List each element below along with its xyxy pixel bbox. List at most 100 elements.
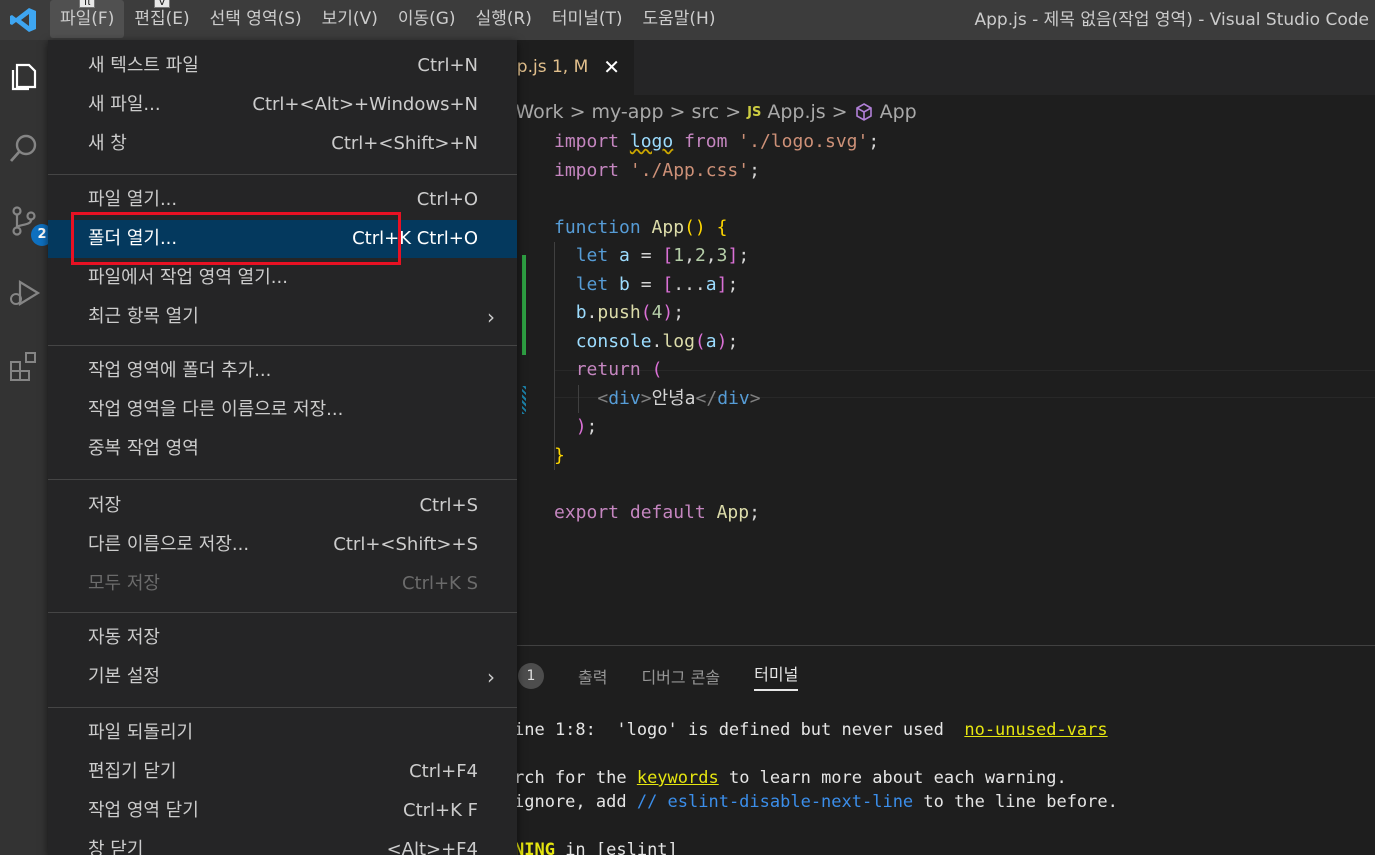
extensions-icon[interactable] xyxy=(0,338,48,392)
menu-item-close-window[interactable]: 창 닫기 <Alt>+F4 xyxy=(48,831,517,855)
terminal-text: ine 1:8: 'logo' is defined but never use… xyxy=(514,720,965,740)
code-token: './App.css' xyxy=(629,159,750,181)
code-token: div xyxy=(717,387,750,409)
menu-item-label: 다른 이름으로 저장... xyxy=(88,534,250,555)
menu-item-revert-file[interactable]: 파일 되돌리기 xyxy=(48,714,517,752)
menu-terminal[interactable]: 터미널(T) xyxy=(542,0,633,38)
code-token: ... xyxy=(673,273,706,295)
code-token: 4 xyxy=(651,302,663,323)
code-token: 안녕a xyxy=(651,387,696,409)
tab-terminal[interactable]: 터미널 xyxy=(754,661,799,691)
breadcrumb-item[interactable]: App xyxy=(880,101,917,123)
menu-separator xyxy=(48,612,517,613)
code-token: ) xyxy=(716,330,728,352)
menu-file-hint: π xyxy=(79,0,96,8)
menu-item-new-text-file[interactable]: 새 텍스트 파일 Ctrl+N xyxy=(48,47,517,85)
run-debug-icon[interactable] xyxy=(0,266,48,320)
window-title: App.js - 제목 없음(작업 영역) - Visual Studio Co… xyxy=(974,10,1370,30)
menu-item-shortcut: Ctrl+<Shift>+N xyxy=(331,133,478,154)
menu-item-close-editor[interactable]: 편집기 닫기 Ctrl+F4 xyxy=(48,753,517,791)
menu-item-add-folder-to-workspace[interactable]: 작업 영역에 폴더 추가... xyxy=(48,352,517,390)
menu-item-label: 작업 영역 닫기 xyxy=(88,800,199,821)
code-line: let a = [1,2,3]; xyxy=(554,242,879,271)
menu-item-save-workspace-as[interactable]: 작업 영역을 다른 이름으로 저장... xyxy=(48,391,517,429)
panel-tabs: 1 출력 디버그 콘솔 터미널 xyxy=(518,658,799,694)
breadcrumb: tWork > my-app > src > JS App.js > App xyxy=(508,97,917,127)
terminal-line: NING in [eslint] xyxy=(514,838,1118,855)
menu-item-open-recent[interactable]: 최근 항목 열기 › xyxy=(48,298,517,336)
chevron-right-icon: › xyxy=(487,665,495,689)
chevron-right-icon: > xyxy=(725,101,742,123)
code-token: ; xyxy=(727,330,739,352)
terminal-line: ignore, add // eslint-disable-next-line … xyxy=(514,790,1118,814)
menu-item-close-workspace[interactable]: 작업 영역 닫기 Ctrl+K F xyxy=(48,792,517,830)
terminal-text: rch for the xyxy=(514,768,637,788)
code-token: </ xyxy=(695,387,718,409)
code-token: default xyxy=(629,501,706,523)
menu-item-label: 새 텍스트 파일 xyxy=(88,55,199,76)
problems-count-badge[interactable]: 1 xyxy=(518,663,544,689)
code-token: div xyxy=(608,387,641,409)
code-token: , xyxy=(684,245,695,266)
code-token: = xyxy=(629,245,663,266)
terminal-text: to learn more about each warning. xyxy=(718,768,1067,788)
breadcrumb-item[interactable]: my-app xyxy=(591,101,663,123)
code-token: < xyxy=(597,387,609,409)
code-line: return ( xyxy=(554,356,879,385)
menu-run[interactable]: 실행(R) xyxy=(466,0,542,38)
tab-debug-console[interactable]: 디버그 콘솔 xyxy=(641,664,720,688)
terminal-comment: // eslint-disable-next-line xyxy=(636,792,914,812)
code-line: function App() { xyxy=(554,214,879,243)
menu-edit[interactable]: 편집(E) V xyxy=(124,0,199,38)
menu-item-label: 새 창 xyxy=(88,133,127,154)
menu-item-shortcut: Ctrl+O xyxy=(416,189,478,210)
menu-item-new-window[interactable]: 새 창 Ctrl+<Shift>+N xyxy=(48,125,517,163)
terminal-line: ine 1:8: 'logo' is defined but never use… xyxy=(514,718,1118,742)
menu-separator xyxy=(48,707,517,708)
menu-item-shortcut: Ctrl+S xyxy=(419,495,478,516)
terminal-output[interactable]: ine 1:8: 'logo' is defined but never use… xyxy=(514,718,1118,855)
terminal-rule[interactable]: no-unused-vars xyxy=(964,720,1107,740)
code-token: ; xyxy=(586,416,598,437)
menu-edit-hint: V xyxy=(153,0,170,8)
code-token: b xyxy=(619,273,630,295)
menu-go[interactable]: 이동(G) xyxy=(388,0,466,38)
menu-file[interactable]: 파일(F) π xyxy=(50,0,125,38)
code-editor[interactable]: import logo from './logo.svg'; import '.… xyxy=(554,128,879,527)
menu-item-new-file[interactable]: 새 파일... Ctrl+<Alt>+Windows+N xyxy=(48,86,517,124)
terminal-warning: NING xyxy=(514,840,555,855)
menu-item-label: 작업 영역에 폴더 추가... xyxy=(88,360,272,381)
code-token: > xyxy=(640,387,652,409)
terminal-line: rch for the keywords to learn more about… xyxy=(514,766,1118,790)
tab-label: pp.js 1, M xyxy=(506,57,589,77)
explorer-icon[interactable] xyxy=(0,50,48,104)
code-token: ( xyxy=(640,302,652,323)
menu-item-save-as[interactable]: 다른 이름으로 저장... Ctrl+<Shift>+S xyxy=(48,526,517,564)
terminal-text: in [eslint] xyxy=(554,840,678,855)
tab-output[interactable]: 출력 xyxy=(578,664,607,688)
menu-item-label: 저장 xyxy=(88,495,122,516)
menu-item-label: 자동 저장 xyxy=(88,627,160,648)
code-token: export xyxy=(554,501,620,523)
annotation-highlight-box xyxy=(71,212,401,265)
menu-item-duplicate-workspace[interactable]: 중복 작업 영역 xyxy=(48,430,517,468)
code-token: . xyxy=(586,302,598,323)
menu-item-shortcut: Ctrl+N xyxy=(417,55,478,76)
code-line: b.push(4); xyxy=(554,299,879,328)
code-token: let xyxy=(575,245,609,266)
breadcrumb-item[interactable]: src xyxy=(691,101,719,123)
menu-item-save[interactable]: 저장 Ctrl+S xyxy=(48,487,517,525)
menu-help[interactable]: 도움말(H) xyxy=(633,0,726,38)
menu-item-auto-save[interactable]: 자동 저장 xyxy=(48,619,517,657)
vscode-logo-icon xyxy=(8,6,38,34)
code-token: import xyxy=(554,159,620,181)
menu-file-label: 파일(F) xyxy=(60,9,115,29)
menu-selection[interactable]: 선택 영역(S) xyxy=(200,0,312,38)
menu-view[interactable]: 보기(V) xyxy=(312,0,388,38)
menu-item-shortcut: Ctrl+F4 xyxy=(409,761,478,782)
breadcrumb-item[interactable]: App.js xyxy=(767,101,825,123)
menu-item-preferences[interactable]: 기본 설정 › xyxy=(48,658,517,696)
search-icon[interactable] xyxy=(0,122,48,176)
close-icon[interactable]: ✕ xyxy=(603,40,620,95)
